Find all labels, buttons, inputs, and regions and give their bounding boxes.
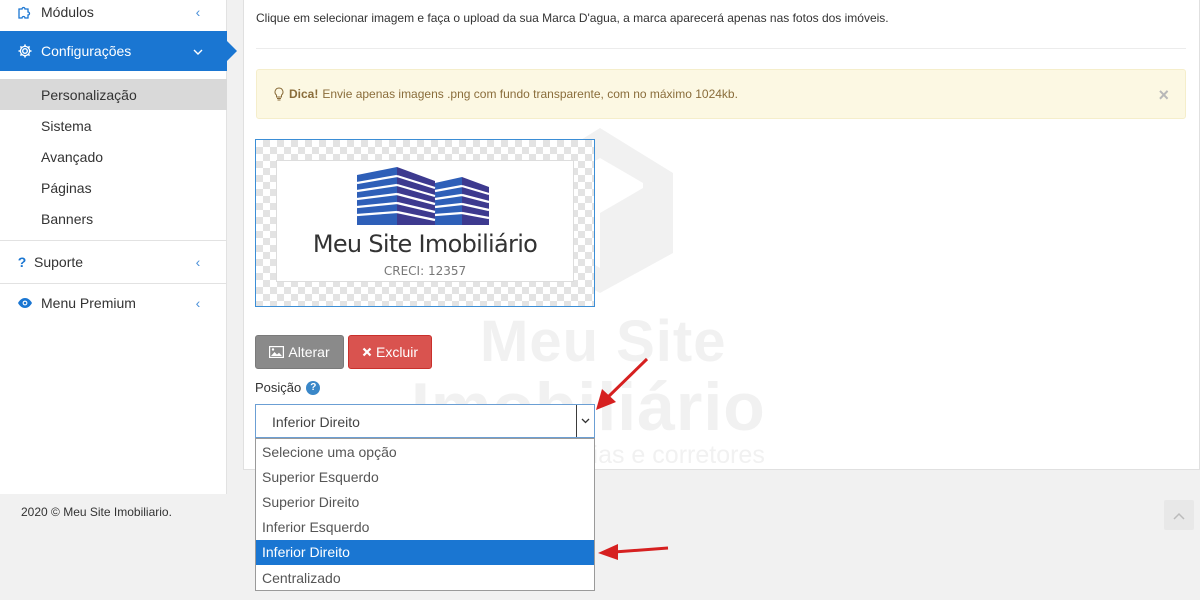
chevron-left-icon: ‹ [195, 254, 201, 270]
dropdown-option[interactable]: Superior Esquerdo [256, 464, 594, 489]
sidebar-item-menu-premium[interactable]: Menu Premium ‹ [0, 287, 227, 319]
sidebar-item-label: Módulos [41, 4, 94, 20]
dropdown-option[interactable]: Inferior Esquerdo [256, 515, 594, 540]
logo-image: Meu Site Imobiliário CRECI: 12357 [276, 160, 574, 282]
dropdown-option[interactable]: Selecione uma opção [256, 439, 594, 464]
sidebar-subitem-banners[interactable]: Banners [0, 203, 227, 234]
sidebar-subitem-paginas[interactable]: Páginas [0, 172, 227, 203]
sidebar-subitem-sistema[interactable]: Sistema [0, 110, 227, 141]
gear-icon [16, 42, 34, 60]
dropdown-option[interactable]: Centralizado [256, 565, 594, 590]
sidebar-item-configuracoes[interactable]: Configurações [0, 31, 237, 71]
excluir-button[interactable]: Excluir [348, 335, 432, 369]
question-icon: ? [17, 254, 27, 270]
sidebar-subitem-label: Páginas [41, 179, 92, 196]
sidebar-subitem-label: Personalização [41, 86, 137, 103]
annotation-arrow-icon [598, 544, 669, 560]
position-select[interactable]: Inferior Direito [255, 404, 595, 438]
sidebar-subitem-personalizacao[interactable]: Personalização [0, 79, 227, 110]
sidebar-item-suporte[interactable]: ? Suporte ‹ [0, 246, 227, 278]
position-label-text: Posição [255, 380, 302, 395]
alterar-button[interactable]: Alterar [255, 335, 344, 369]
dropdown-option[interactable]: Superior Direito [256, 489, 594, 514]
position-dropdown-list: Selecione uma opção Superior Esquerdo Su… [255, 438, 595, 591]
sidebar-subitem-label: Sistema [41, 117, 92, 134]
chevron-down-icon[interactable] [576, 405, 594, 437]
position-label: Posição ? [255, 380, 321, 395]
sidebar-divider [0, 240, 227, 241]
chevron-down-icon [193, 43, 203, 59]
scroll-to-top-button[interactable] [1164, 500, 1194, 530]
alert-title: Dica! [289, 87, 319, 101]
sidebar-subitem-avancado[interactable]: Avançado [0, 141, 227, 172]
tip-alert: Dica! Envie apenas imagens .png com fund… [256, 69, 1186, 119]
divider [256, 48, 1186, 49]
intro-text: Clique em selecionar imagem e faça o upl… [256, 11, 889, 25]
building-logo-icon [357, 167, 490, 225]
x-icon [362, 347, 372, 357]
position-select-value: Inferior Direito [272, 414, 360, 430]
watermark-image-preview: Meu Site Imobiliário CRECI: 12357 [255, 139, 595, 307]
lightbulb-icon [274, 87, 284, 101]
alterar-button-label: Alterar [288, 344, 330, 360]
close-icon[interactable]: × [1158, 85, 1169, 106]
sidebar-item-label: Menu Premium [41, 295, 136, 311]
sidebar: Módulos ‹ Configurações Personalização S… [0, 0, 237, 494]
excluir-button-label: Excluir [375, 344, 418, 360]
image-icon [269, 346, 285, 358]
chevron-up-icon [1173, 508, 1185, 523]
sidebar-item-label: Configurações [41, 43, 132, 59]
sidebar-item-label: Suporte [34, 254, 84, 270]
alert-text: Envie apenas imagens .png com fundo tran… [322, 87, 738, 101]
sidebar-subitem-label: Banners [41, 210, 94, 227]
sidebar-divider [0, 283, 227, 284]
help-icon[interactable]: ? [306, 380, 321, 395]
chevron-left-icon: ‹ [195, 295, 201, 311]
dropdown-option-selected[interactable]: Inferior Direito [256, 539, 594, 565]
eye-icon [16, 294, 34, 312]
logo-creci-text: CRECI: 12357 [383, 264, 467, 278]
footer-copyright: 2020 © Meu Site Imobiliario. [21, 505, 172, 519]
logo-name-text: Meu Site Imobiliário [312, 230, 538, 258]
sidebar-item-modulos[interactable]: Módulos ‹ [0, 0, 227, 24]
puzzle-icon [16, 3, 34, 21]
sidebar-subitem-label: Avançado [41, 148, 104, 165]
chevron-left-icon: ‹ [195, 4, 201, 20]
